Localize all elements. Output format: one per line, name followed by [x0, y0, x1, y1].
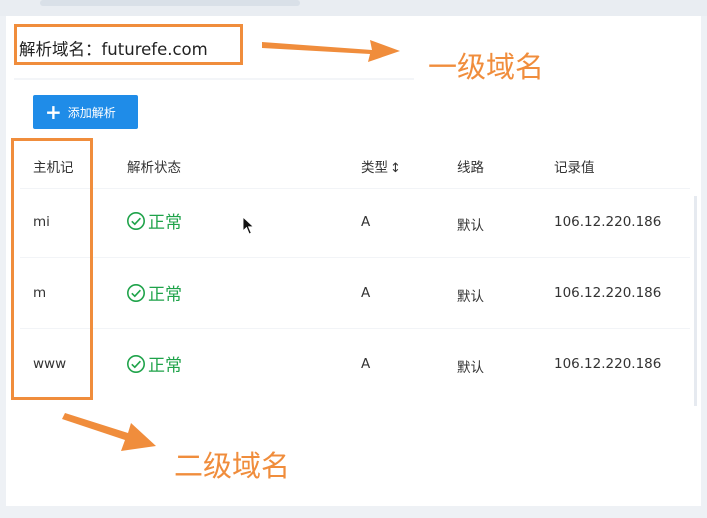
column-header-line: 线路: [457, 160, 484, 176]
row-1-value: 106.12.220.186: [554, 214, 662, 230]
check-circle-icon: [127, 283, 145, 302]
row-3-value: 106.12.220.186: [554, 356, 662, 372]
column-header-value: 记录值: [554, 160, 595, 176]
blurred-breadcrumb: [40, 0, 300, 6]
column-header-status: 解析状态: [127, 160, 181, 176]
row-2-status: 正常: [126, 280, 182, 305]
row-1-type: A: [361, 214, 371, 230]
row-2-line: 默认: [457, 289, 484, 305]
check-circle-icon: [127, 211, 145, 230]
domain-divider: [14, 78, 414, 80]
dns-panel: [6, 16, 701, 506]
domain-title: 解析域名：futurefe.com: [19, 36, 208, 60]
mouse-cursor-icon: [242, 216, 255, 235]
plus-icon: +: [45, 100, 62, 124]
row-3-line: 默认: [457, 360, 484, 376]
row-divider: [20, 257, 690, 258]
top-strip: [0, 0, 707, 16]
column-header-type[interactable]: 类型 ↕: [361, 156, 401, 176]
row-2-value: 106.12.220.186: [554, 285, 662, 301]
row-divider: [20, 328, 690, 329]
row-1-status-label: 正常: [148, 213, 182, 233]
column-header-type-label: 类型: [361, 160, 388, 176]
row-3-status-label: 正常: [148, 356, 182, 376]
row-1-line: 默认: [457, 218, 484, 234]
add-record-label: 添加解析: [67, 105, 116, 120]
domain-label: 解析域名：: [19, 40, 102, 59]
domain-value: futurefe.com: [101, 40, 208, 59]
scrollbar-track[interactable]: [694, 196, 697, 406]
row-3-type: A: [361, 356, 371, 372]
first-level-annotation: 一级域名: [428, 50, 545, 84]
check-circle-icon: [127, 354, 145, 373]
header-divider: [20, 188, 690, 189]
row-2-status-label: 正常: [148, 285, 182, 305]
second-level-annotation: 二级域名: [174, 449, 291, 483]
row-3-status: 正常: [126, 351, 182, 376]
host-column-highlight-box: [11, 138, 93, 400]
row-2-type: A: [361, 285, 371, 301]
row-1-status: 正常: [126, 208, 182, 233]
sort-icon[interactable]: ↕: [390, 161, 401, 176]
add-record-button[interactable]: + 添加解析: [33, 95, 138, 129]
